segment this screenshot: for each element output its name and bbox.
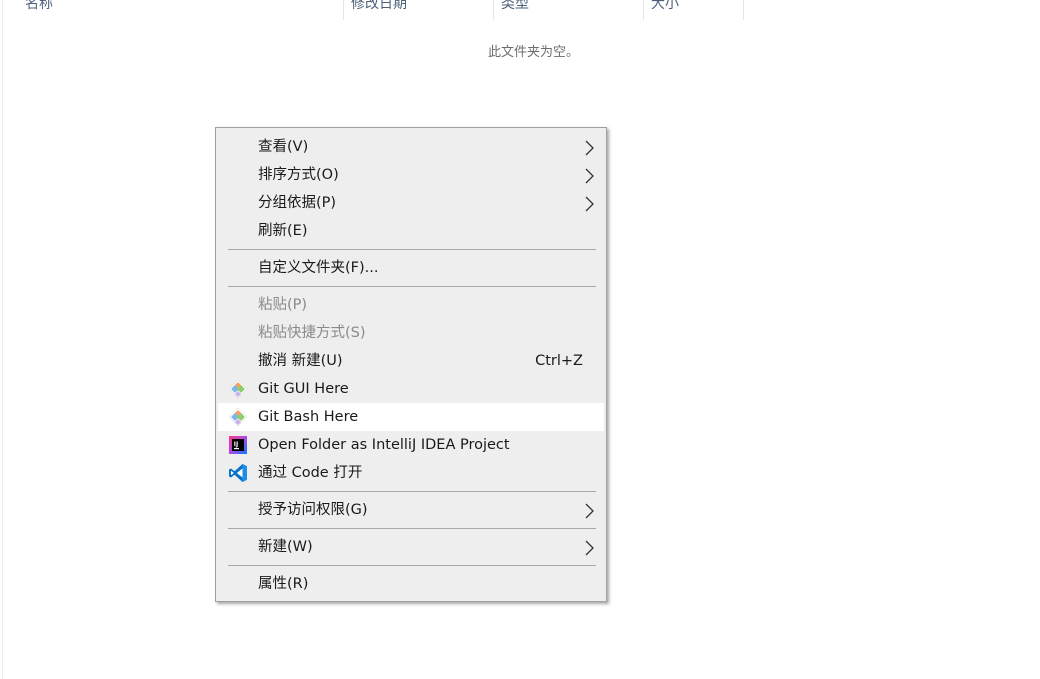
menu-item-label: 粘贴快捷方式(S) (258, 325, 366, 341)
menu-item-undo-new[interactable]: 撤消 新建(U) Ctrl+Z (218, 347, 604, 375)
empty-folder-message: 此文件夹为空。 (488, 45, 580, 60)
menu-item-refresh[interactable]: 刷新(E) (218, 217, 604, 245)
column-divider[interactable] (743, 0, 744, 20)
chevron-right-icon (585, 168, 594, 184)
menu-item-label: 新建(W) (258, 539, 313, 555)
menu-item-label: Git Bash Here (258, 409, 359, 425)
column-header-size[interactable]: 大小 (651, 0, 679, 20)
menu-item-label: 粘贴(P) (258, 297, 308, 313)
menu-separator (228, 565, 596, 566)
menu-item-label: Git GUI Here (258, 381, 349, 397)
vscode-icon (229, 464, 247, 482)
file-explorer-view[interactable]: 名称 修改日期 类型 大小 此文件夹为空。 查看(V) 排序方式(O) 分组依据… (0, 0, 1040, 679)
menu-item-label: 属性(R) (258, 576, 309, 592)
menu-item-paste: 粘贴(P) (218, 291, 604, 319)
svg-text:IJ: IJ (234, 441, 238, 448)
menu-item-sort-by[interactable]: 排序方式(O) (218, 161, 604, 189)
menu-item-label: 授予访问权限(G) (258, 502, 368, 518)
menu-item-open-intellij[interactable]: IJ Open Folder as IntelliJ IDEA Project (218, 431, 604, 459)
menu-item-new[interactable]: 新建(W) (218, 533, 604, 561)
menu-item-git-bash[interactable]: Git Bash Here (218, 403, 604, 431)
menu-item-git-gui[interactable]: Git GUI Here (218, 375, 604, 403)
column-divider[interactable] (343, 0, 344, 20)
menu-item-properties[interactable]: 属性(R) (218, 570, 604, 598)
menu-item-group-by[interactable]: 分组依据(P) (218, 189, 604, 217)
chevron-right-icon (585, 140, 594, 156)
pane-border (2, 0, 3, 679)
menu-item-label: 通过 Code 打开 (258, 465, 363, 481)
menu-item-open-vscode[interactable]: 通过 Code 打开 (218, 459, 604, 487)
chevron-right-icon (585, 503, 594, 519)
menu-separator (228, 286, 596, 287)
intellij-idea-icon: IJ (229, 436, 247, 454)
menu-separator (228, 528, 596, 529)
chevron-right-icon (585, 196, 594, 212)
menu-item-paste-shortcut: 粘贴快捷方式(S) (218, 319, 604, 347)
menu-item-label: Open Folder as IntelliJ IDEA Project (258, 437, 510, 453)
chevron-right-icon (585, 540, 594, 556)
git-diamond-icon (228, 379, 248, 399)
column-header-name[interactable]: 名称 (25, 0, 53, 20)
menu-item-label: 自定义文件夹(F)... (258, 260, 379, 276)
menu-item-view[interactable]: 查看(V) (218, 133, 604, 161)
keyboard-shortcut: Ctrl+Z (535, 353, 583, 369)
menu-item-grant-access[interactable]: 授予访问权限(G) (218, 496, 604, 524)
column-divider[interactable] (493, 0, 494, 20)
menu-item-label: 分组依据(P) (258, 195, 337, 211)
column-header-modified[interactable]: 修改日期 (351, 0, 407, 20)
context-menu: 查看(V) 排序方式(O) 分组依据(P) 刷新(E) 自定义文件夹(F)...… (215, 127, 607, 602)
column-header-type[interactable]: 类型 (501, 0, 529, 20)
menu-separator (228, 491, 596, 492)
menu-item-customize-folder[interactable]: 自定义文件夹(F)... (218, 254, 604, 282)
column-divider[interactable] (643, 0, 644, 20)
menu-separator (228, 249, 596, 250)
menu-item-label: 查看(V) (258, 139, 309, 155)
menu-item-label: 排序方式(O) (258, 167, 339, 183)
menu-item-label: 刷新(E) (258, 223, 308, 239)
git-diamond-icon (228, 407, 248, 427)
menu-item-label: 撤消 新建(U) (258, 353, 343, 369)
